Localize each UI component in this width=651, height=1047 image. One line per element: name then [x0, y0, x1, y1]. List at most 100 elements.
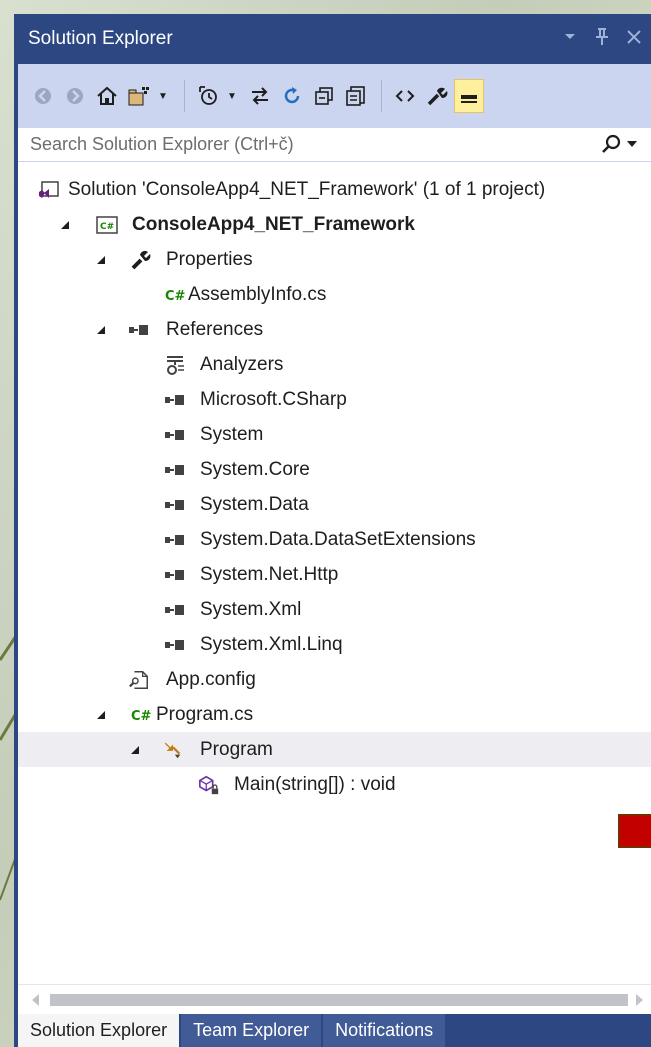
- title-bar[interactable]: Solution Explorer: [14, 14, 651, 64]
- tree-item-reference[interactable]: Microsoft.CSharp: [18, 382, 651, 417]
- expanded-arrow-icon[interactable]: [128, 743, 142, 757]
- tree-item-reference[interactable]: System.Xml.Linq: [18, 627, 651, 662]
- tree-item-label: System.Core: [200, 458, 310, 480]
- tree-item-label: ConsoleApp4_NET_Framework: [132, 213, 415, 235]
- tree-item-label: Microsoft.CSharp: [200, 388, 347, 410]
- properties-icon[interactable]: [422, 79, 452, 113]
- tree-item-reference[interactable]: System.Data: [18, 487, 651, 522]
- analyzer-icon: [164, 354, 186, 376]
- forward-icon[interactable]: [60, 79, 90, 113]
- scroll-right-icon[interactable]: [635, 993, 645, 1007]
- toolbar-separator: [381, 80, 382, 112]
- reference-icon: [164, 389, 186, 411]
- tree-item-label: System.Net.Http: [200, 563, 339, 585]
- tree-item-reference[interactable]: System.Core: [18, 452, 651, 487]
- search-options[interactable]: [601, 133, 637, 155]
- tree-item-properties[interactable]: Properties: [18, 242, 651, 277]
- tree-item-label: AssemblyInfo.cs: [188, 283, 327, 305]
- tree-item-program-class[interactable]: Program: [18, 732, 651, 767]
- chevron-down-icon[interactable]: ▼: [156, 79, 170, 113]
- tree-item-label: App.config: [166, 668, 256, 690]
- tree-item-label: System.Data: [200, 493, 309, 515]
- search-input[interactable]: [30, 134, 590, 155]
- back-icon[interactable]: [28, 79, 58, 113]
- refresh-icon[interactable]: [277, 79, 307, 113]
- tree-item-references[interactable]: References: [18, 312, 651, 347]
- tree-item-label: System: [200, 423, 264, 445]
- tree-item-label: System.Data.DataSetExtensions: [200, 528, 476, 550]
- expanded-arrow-icon[interactable]: [94, 253, 108, 267]
- tree-item-label: Program.cs: [156, 703, 254, 725]
- red-marker: [618, 814, 651, 848]
- expanded-arrow-icon[interactable]: [58, 218, 72, 232]
- tree-item-label: System.Xml.Linq: [200, 633, 343, 655]
- solution-explorer-window: Solution Explorer ▼ ▼ Search Solution Ex…: [14, 14, 651, 1047]
- title-controls: [561, 26, 643, 48]
- expanded-arrow-icon[interactable]: [94, 323, 108, 337]
- reference-icon: [164, 424, 186, 446]
- class-icon: [162, 739, 184, 761]
- method-icon: [198, 774, 220, 796]
- solution-icon: [38, 179, 60, 201]
- reference-icon: [128, 319, 150, 341]
- pin-icon[interactable]: [593, 26, 611, 48]
- horizontal-scrollbar[interactable]: [18, 984, 651, 1014]
- tree-item-label: Solution 'ConsoleApp4_NET_Framework' (1 …: [68, 178, 546, 200]
- chevron-down-icon[interactable]: ▼: [225, 79, 239, 113]
- tab-solution-explorer[interactable]: Solution Explorer: [18, 1014, 180, 1047]
- toolbar-separator: [184, 80, 185, 112]
- csharp-file-icon: C#: [164, 284, 186, 306]
- tree-item-label: Analyzers: [200, 353, 284, 375]
- expanded-arrow-icon[interactable]: [94, 708, 108, 722]
- reference-icon: [164, 634, 186, 656]
- wrench-icon: [130, 249, 152, 271]
- scroll-left-icon[interactable]: [30, 993, 40, 1007]
- tree-item-label: Properties: [166, 248, 253, 270]
- tree-item-app-config[interactable]: App.config: [18, 662, 651, 697]
- svg-text:C#: C#: [131, 709, 152, 724]
- view-code-icon[interactable]: [390, 79, 420, 113]
- csharp-project-icon: C#: [96, 214, 118, 236]
- config-file-icon: [128, 669, 150, 691]
- csharp-file-icon: C#: [130, 704, 152, 726]
- home-icon[interactable]: [92, 79, 122, 113]
- tree-item-reference[interactable]: System.Data.DataSetExtensions: [18, 522, 651, 557]
- tree-item-reference[interactable]: System.Xml: [18, 592, 651, 627]
- bottom-tabs: Solution Explorer Team Explorer Notifica…: [18, 1014, 651, 1047]
- switch-views-icon[interactable]: [124, 79, 154, 113]
- tree-item-label: References: [166, 318, 264, 340]
- search-icon[interactable]: [601, 133, 623, 155]
- svg-text:C#: C#: [100, 222, 114, 232]
- tree-item-main-method[interactable]: Main(string[]) : void: [18, 767, 651, 802]
- tab-team-explorer[interactable]: Team Explorer: [181, 1014, 322, 1047]
- search-bar: [18, 128, 651, 162]
- close-icon[interactable]: [625, 26, 643, 48]
- sync-with-document-icon[interactable]: [245, 79, 275, 113]
- reference-icon: [164, 494, 186, 516]
- tree-item-reference[interactable]: System: [18, 417, 651, 452]
- preview-selected-items-icon[interactable]: [454, 79, 484, 113]
- pending-changes-filter-icon[interactable]: [193, 79, 223, 113]
- chevron-down-icon[interactable]: [627, 141, 637, 147]
- tree-item-project[interactable]: C# ConsoleApp4_NET_Framework: [18, 207, 651, 242]
- tree-item-solution[interactable]: Solution 'ConsoleApp4_NET_Framework' (1 …: [18, 172, 651, 207]
- window-title: Solution Explorer: [28, 28, 173, 49]
- tree-item-reference[interactable]: System.Net.Http: [18, 557, 651, 592]
- scrollbar-thumb[interactable]: [50, 994, 628, 1006]
- tree-item-label: Main(string[]) : void: [234, 773, 396, 795]
- reference-icon: [164, 599, 186, 621]
- reference-icon: [164, 564, 186, 586]
- window-options-icon[interactable]: [561, 26, 579, 48]
- reference-icon: [164, 459, 186, 481]
- toolbar: ▼ ▼: [18, 64, 651, 128]
- tree-item-label: Program: [200, 738, 273, 760]
- tree-item-analyzers[interactable]: Analyzers: [18, 347, 651, 382]
- tree-item-program-cs[interactable]: C# Program.cs: [18, 697, 651, 732]
- svg-text:C#: C#: [165, 289, 186, 304]
- show-all-files-icon[interactable]: [341, 79, 371, 113]
- tab-notifications[interactable]: Notifications: [323, 1014, 446, 1047]
- tree-item-assemblyinfo[interactable]: C# AssemblyInfo.cs: [18, 277, 651, 312]
- reference-icon: [164, 529, 186, 551]
- collapse-all-icon[interactable]: [309, 79, 339, 113]
- tree-item-label: System.Xml: [200, 598, 302, 620]
